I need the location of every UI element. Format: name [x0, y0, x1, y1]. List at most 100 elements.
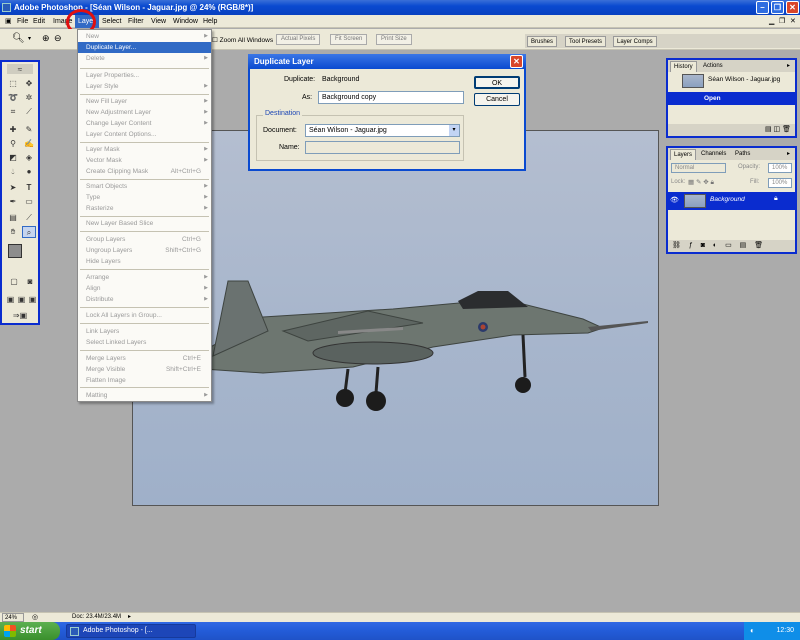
screen-mode-standard-icon[interactable]: ▣ [5, 294, 16, 306]
zoom-in-icon[interactable]: ⊕ [42, 33, 50, 44]
fit-screen-button[interactable]: Fit Screen [330, 34, 368, 45]
menu-item-layer-style[interactable]: Layer Style ▶ [78, 81, 211, 92]
tab-brushes[interactable]: Brushes [527, 36, 558, 47]
history-snapshot-thumbnail[interactable] [682, 74, 704, 88]
menu-item-select-linked-layers[interactable]: Select Linked Layers [78, 337, 211, 348]
layer-mask-icon[interactable]: ◙ [701, 242, 708, 249]
adjustment-layer-icon[interactable]: ◐ [713, 242, 720, 249]
menu-item-matting[interactable]: Matting ▶ [78, 390, 211, 401]
lock-icons[interactable]: ▦ ✎ ✥ 🔒︎ [688, 178, 714, 187]
menu-select[interactable]: Select [99, 15, 124, 28]
status-menu-arrow-icon[interactable]: ▸ [128, 613, 131, 622]
zoom-out-icon[interactable]: ⊖ [54, 33, 62, 44]
cancel-button[interactable]: Cancel [474, 93, 520, 106]
notes-tool-icon[interactable]: ▤ [6, 212, 20, 224]
menu-item-duplicate-layer[interactable]: Duplicate Layer... [78, 42, 211, 53]
tab-actions[interactable]: Actions [700, 61, 726, 72]
hand-tool-icon[interactable]: ✋︎ [6, 226, 20, 238]
menu-item-link-layers[interactable]: Link Layers [78, 326, 211, 337]
marquee-tool-icon[interactable]: ⬚ [6, 78, 20, 90]
blend-mode-select[interactable]: Normal [671, 163, 726, 173]
menu-item-arrange[interactable]: Arrange ▶ [78, 272, 211, 283]
crop-tool-icon[interactable]: ⌗ [6, 106, 20, 118]
menu-item-vector-mask[interactable]: Vector Mask ▶ [78, 155, 211, 166]
menu-item-group-layers[interactable]: Group Layers Ctrl+G [78, 234, 211, 245]
history-state-open[interactable]: Open [668, 92, 795, 105]
eye-visibility-icon[interactable]: 👁︎ [670, 196, 679, 204]
tab-channels[interactable]: Channels [698, 149, 729, 160]
foreground-color-swatch[interactable] [8, 244, 22, 258]
blur-tool-icon[interactable]: 💧︎ [6, 166, 20, 178]
document-icon[interactable]: ▣ [2, 15, 14, 28]
document-select[interactable]: Séan Wilson - Jaguar.jpg ▾ [305, 124, 460, 137]
shape-tool-icon[interactable]: ▭ [22, 196, 36, 208]
camera-icon[interactable]: ◫ [774, 126, 781, 133]
menu-item-smart-objects[interactable]: Smart Objects ▶ [78, 181, 211, 192]
menu-help[interactable]: Help [200, 15, 220, 28]
minimize-button[interactable]: – [756, 1, 769, 14]
opacity-input[interactable]: 100% [768, 163, 792, 173]
layer-style-icon[interactable]: ƒ [689, 242, 696, 249]
panel-menu-icon[interactable]: ▸ [784, 149, 793, 160]
layer-name[interactable]: Background [710, 196, 745, 203]
tab-tool-presets[interactable]: Tool Presets [565, 36, 607, 47]
pen-tool-icon[interactable]: ✒ [6, 196, 20, 208]
menu-item-new[interactable]: New ▶ [78, 31, 211, 42]
menu-item-rasterize[interactable]: Rasterize ▶ [78, 203, 211, 214]
menu-file[interactable]: File [14, 15, 31, 28]
tab-layers[interactable]: Layers [670, 149, 697, 160]
quick-mask-icon[interactable]: ◙ [23, 276, 37, 288]
history-snapshot-name[interactable]: Séan Wilson - Jaguar.jpg [708, 76, 780, 83]
path-selection-tool-icon[interactable]: ➤ [6, 182, 20, 194]
layer-row-background[interactable]: 👁︎ Background 🔒︎ [668, 192, 795, 210]
tab-history[interactable]: History [670, 61, 697, 72]
menu-item-layer-properties[interactable]: Layer Properties... [78, 70, 211, 81]
panel-menu-icon[interactable]: ▸ [784, 61, 793, 72]
zoom-level-field[interactable]: 24% [2, 613, 24, 622]
jump-to-imageready-icon[interactable]: ⇒▣ [7, 310, 33, 322]
eyedropper-tool-icon[interactable]: ⟋ [22, 212, 36, 224]
chevron-down-icon[interactable]: ▾ [449, 125, 459, 136]
move-tool-icon[interactable]: ✥ [22, 78, 36, 90]
status-info-icon[interactable]: ◎ [32, 613, 38, 622]
menu-item-merge-layers[interactable]: Merge Layers Ctrl+E [78, 353, 211, 364]
menu-filter[interactable]: Filter [125, 15, 147, 28]
lasso-tool-icon[interactable]: ➰ [6, 92, 20, 104]
tab-paths[interactable]: Paths [732, 149, 753, 160]
tab-layer-comps[interactable]: Layer Comps [613, 36, 657, 47]
menu-edit[interactable]: Edit [30, 15, 48, 28]
taskbar-photoshop-button[interactable]: Adobe Photoshop - [... [66, 624, 196, 638]
type-tool-icon[interactable]: T [22, 182, 36, 194]
menu-view[interactable]: View [148, 15, 169, 28]
new-group-icon[interactable]: ▭ [725, 242, 735, 249]
dodge-tool-icon[interactable]: ● [22, 166, 36, 178]
menu-item-new-fill-layer[interactable]: New Fill Layer ▶ [78, 96, 211, 107]
as-name-input[interactable]: Background copy [318, 91, 464, 104]
menu-item-create-clipping-mask[interactable]: Create Clipping Mask Alt+Ctrl+G [78, 166, 211, 177]
menu-item-ungroup-layers[interactable]: Ungroup Layers Shift+Ctrl+G [78, 245, 211, 256]
trash-icon[interactable]: 🗑︎ [754, 242, 766, 249]
menu-item-lock-all-layers[interactable]: Lock All Layers in Group... [78, 310, 211, 321]
menu-item-flatten-image[interactable]: Flatten Image [78, 375, 211, 386]
chevron-down-icon[interactable]: ▾ [28, 35, 31, 42]
history-brush-tool-icon[interactable]: ✍ [22, 138, 36, 150]
screen-mode-full-icon[interactable]: ▣ [27, 294, 38, 306]
new-layer-icon[interactable]: ▤ [740, 242, 750, 249]
menu-item-layer-mask[interactable]: Layer Mask ▶ [78, 144, 211, 155]
zoom-tool-selected-icon[interactable]: ⌕ [22, 226, 36, 238]
menu-item-delete[interactable]: Delete ▶ [78, 53, 211, 64]
dialog-close-button[interactable]: ✕ [510, 55, 523, 68]
screen-mode-menus-icon[interactable]: ▣ [16, 294, 27, 306]
actual-pixels-button[interactable]: Actual Pixels [276, 34, 321, 45]
close-button[interactable]: ✕ [786, 1, 799, 14]
menu-item-hide-layers[interactable]: Hide Layers [78, 256, 211, 267]
print-size-button[interactable]: Print Size [376, 34, 412, 45]
maximize-button[interactable]: ❐ [771, 1, 784, 14]
clone-stamp-tool-icon[interactable]: ⚲ [6, 138, 20, 150]
menu-item-merge-visible[interactable]: Merge Visible Shift+Ctrl+E [78, 364, 211, 375]
paint-bucket-tool-icon[interactable]: ◈ [22, 152, 36, 164]
ok-button[interactable]: OK [474, 76, 520, 89]
zoom-all-windows-checkbox[interactable]: ☐ Zoom All Windows [212, 36, 273, 44]
menu-item-layer-content-options[interactable]: Layer Content Options... [78, 129, 211, 140]
standard-mode-icon[interactable]: ▢ [7, 276, 21, 288]
